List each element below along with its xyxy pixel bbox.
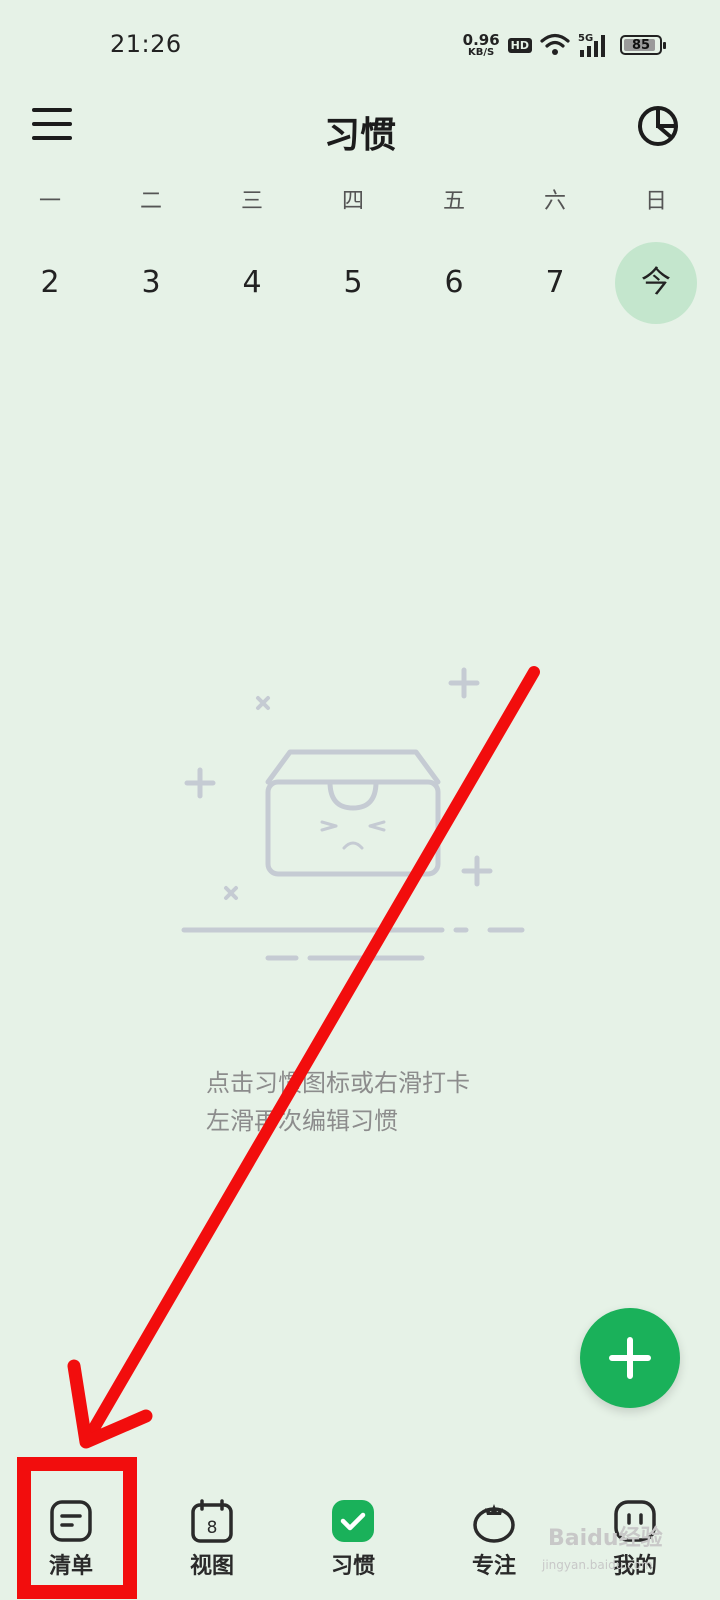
date-number[interactable]: 7 [514, 242, 596, 324]
network-speed-value: 0.96 [462, 30, 500, 49]
app-header: 习惯 [0, 96, 720, 160]
habit-check-icon [332, 1500, 374, 1542]
day-column[interactable]: 三 4 [211, 180, 293, 330]
network-type-label: 5G [578, 33, 593, 44]
hd-badge: HD [507, 37, 532, 53]
page-title: 习惯 [323, 115, 396, 156]
status-bar: 21:26 0.96 KB/S HD 5G 85 [0, 0, 720, 90]
plus-icon [609, 1337, 651, 1379]
weekday-label: 五 [442, 189, 465, 214]
nav-item-list[interactable]: 清单 [16, 1498, 126, 1598]
wifi-icon [540, 33, 570, 55]
date-number[interactable]: 6 [413, 242, 495, 324]
watermark-logo: Baidu经验 [548, 1526, 663, 1551]
empty-hint-line-2: 左滑再次编辑习惯 [206, 1107, 398, 1135]
network-speed-unit: KB/S [468, 46, 495, 58]
nav-item-focus[interactable]: 专注 [439, 1498, 549, 1598]
weekday-label: 二 [139, 189, 162, 214]
battery-icon: 85 [620, 35, 666, 55]
list-icon [50, 1500, 92, 1542]
add-habit-button[interactable] [580, 1308, 680, 1408]
nav-item-view[interactable]: 8 视图 [157, 1498, 267, 1598]
day-column-today[interactable]: 日 今 [615, 180, 697, 330]
weekday-label: 三 [240, 189, 263, 214]
status-time: 21:26 [110, 30, 182, 58]
nav-item-habit[interactable]: 习惯 [298, 1498, 408, 1598]
weekday-label: 六 [543, 189, 566, 214]
statistics-pie-icon[interactable] [636, 104, 680, 148]
today-date-button[interactable]: 今 [615, 242, 697, 324]
date-number[interactable]: 3 [110, 242, 192, 324]
annotation-arrow-head [67, 1359, 153, 1449]
empty-box-illustration [181, 667, 525, 961]
weekday-label: 日 [644, 189, 667, 214]
day-column[interactable]: 四 5 [312, 180, 394, 330]
battery-level: 85 [631, 37, 651, 53]
day-column[interactable]: 六 7 [514, 180, 596, 330]
weekday-label: 一 [38, 189, 61, 214]
week-strip: 一 2 二 3 三 4 四 5 五 6 六 7 日 今 [0, 180, 720, 330]
day-column[interactable]: 五 6 [413, 180, 495, 330]
cellular-signal-icon: 5G [578, 33, 605, 57]
nav-label-view: 视图 [189, 1554, 234, 1579]
date-number[interactable]: 5 [312, 242, 394, 324]
nav-label-habit: 习惯 [330, 1554, 375, 1579]
calendar-icon: 8 [191, 1499, 233, 1543]
empty-state-hint: 点击习惯图标或右滑打卡 左滑再次编辑习惯 [206, 1064, 470, 1140]
calendar-day-badge: 8 [207, 1518, 218, 1538]
date-number[interactable]: 2 [9, 242, 91, 324]
network-speed: 0.96 KB/S [462, 30, 500, 58]
tomato-icon [473, 1504, 515, 1543]
status-icons: 0.96 KB/S HD 5G 85 [462, 30, 666, 60]
day-column[interactable]: 一 2 [9, 180, 91, 330]
watermark-url: jingyan.baidu.com [542, 1558, 653, 1572]
nav-label-list: 清单 [48, 1554, 93, 1579]
day-column[interactable]: 二 3 [110, 180, 192, 330]
empty-hint-line-1: 点击习惯图标或右滑打卡 [206, 1069, 470, 1097]
date-number[interactable]: 4 [211, 242, 293, 324]
nav-label-focus: 专注 [471, 1554, 516, 1579]
weekday-label: 四 [341, 189, 364, 214]
